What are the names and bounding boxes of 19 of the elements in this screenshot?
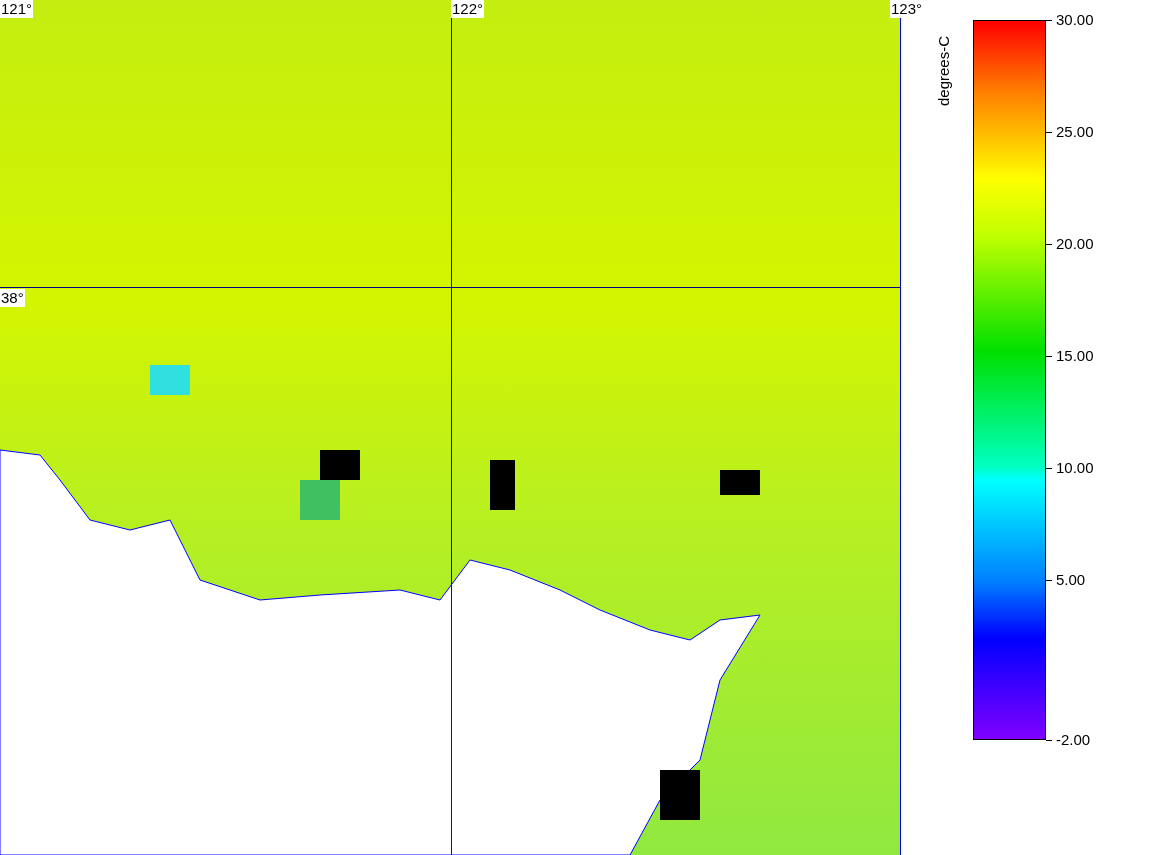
tick-mark <box>1046 467 1052 469</box>
tick-label: 20.00 <box>1056 235 1094 253</box>
longitude-label: 123° <box>890 0 924 18</box>
tick-label: 5.00 <box>1056 571 1086 589</box>
tick-mark <box>1046 355 1052 357</box>
latitude-label: 38° <box>0 289 25 307</box>
tick-mark <box>1046 739 1052 741</box>
tick-label: 25.00 <box>1056 123 1094 141</box>
tick-mark <box>1046 19 1052 21</box>
tick-mark <box>1046 579 1052 581</box>
tick-mark <box>1046 131 1052 133</box>
tick-label: 10.00 <box>1056 459 1094 477</box>
unit-label: degrees-C <box>935 36 953 106</box>
tick-label: -2.00 <box>1056 731 1091 749</box>
longitude-label: 122° <box>451 0 485 18</box>
tick-mark <box>1046 243 1052 245</box>
tick-label: 15.00 <box>1056 347 1094 365</box>
tick-label: 30.00 <box>1056 11 1094 29</box>
longitude-label: 121° <box>0 0 34 18</box>
